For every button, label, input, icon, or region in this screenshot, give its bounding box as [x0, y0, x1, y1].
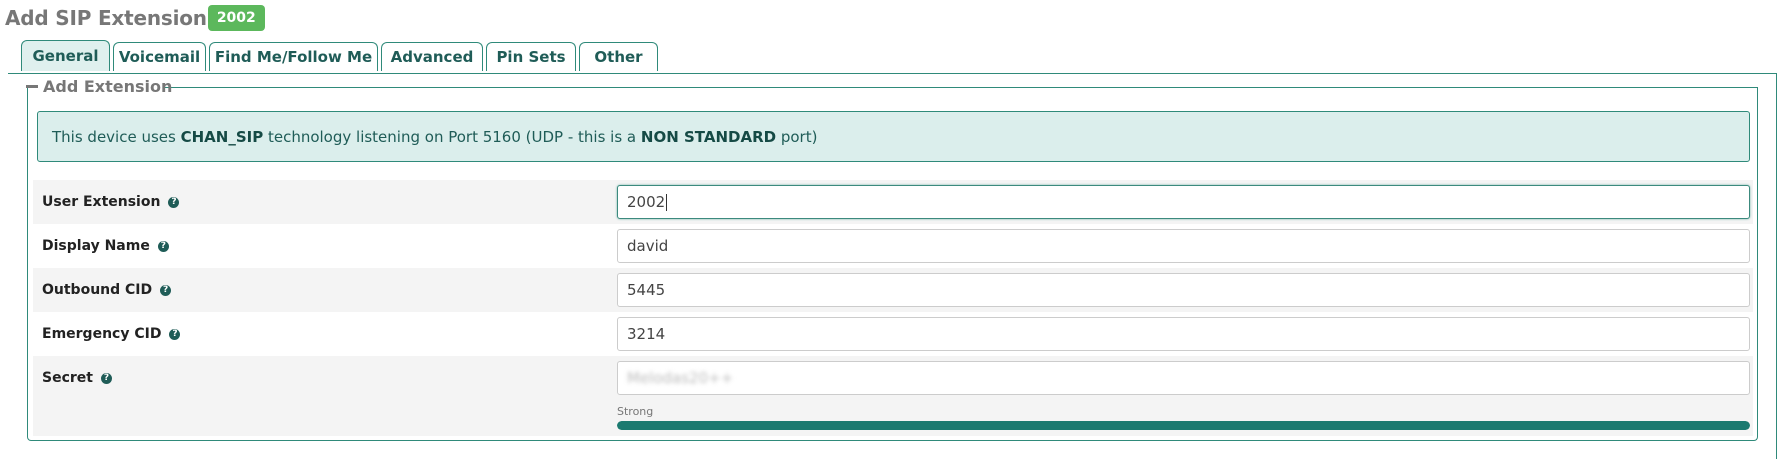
tab-pin-sets[interactable]: Pin Sets: [486, 42, 576, 71]
tab-advanced[interactable]: Advanced: [381, 42, 483, 71]
user-extension-input[interactable]: 2002: [617, 185, 1750, 219]
section-legend-label: Add Extension: [43, 77, 173, 96]
emergency-cid-label-text: Emergency CID: [42, 326, 162, 342]
alert-warning: NON STANDARD: [640, 127, 777, 146]
display-name-value: david: [627, 237, 669, 255]
display-name-input[interactable]: david: [617, 229, 1750, 263]
secret-label-text: Secret: [42, 370, 93, 386]
secret-input[interactable]: Melodas20++: [617, 361, 1750, 395]
tab-general[interactable]: General: [21, 40, 110, 71]
alert-text-suffix: port): [776, 127, 818, 146]
minus-icon[interactable]: [26, 85, 38, 88]
password-strength-fill: [617, 421, 1750, 430]
section-legend[interactable]: Add Extension: [26, 77, 172, 96]
extension-badge: 2002: [207, 5, 265, 31]
emergency-cid-label: Emergency CID ?: [42, 312, 181, 356]
password-strength-label: Strong: [617, 405, 654, 418]
help-icon[interactable]: ?: [157, 240, 169, 252]
help-icon[interactable]: ?: [168, 196, 180, 208]
emergency-cid-input[interactable]: 3214: [617, 317, 1750, 351]
display-name-label: Display Name ?: [42, 224, 169, 268]
user-extension-label: User Extension ?: [42, 180, 180, 224]
help-icon[interactable]: ?: [100, 372, 112, 384]
outbound-cid-label: Outbound CID ?: [42, 268, 172, 312]
outbound-cid-input[interactable]: 5445: [617, 273, 1750, 307]
page-title: Add SIP Extension: [5, 6, 207, 30]
fieldset-divider: [165, 87, 1758, 88]
page-header: Add SIP Extension 2002: [5, 5, 265, 31]
tab-bar: General Voicemail Find Me/Follow Me Adva…: [21, 40, 661, 71]
display-name-label-text: Display Name: [42, 238, 150, 254]
tab-find-me-follow-me[interactable]: Find Me/Follow Me: [209, 42, 378, 71]
alert-text-middle: technology listening on Port 5160 (UDP -…: [263, 127, 641, 146]
emergency-cid-value: 3214: [627, 325, 666, 343]
alert-tech: CHAN_SIP: [180, 127, 264, 146]
secret-label: Secret ?: [42, 356, 112, 400]
help-icon[interactable]: ?: [169, 328, 181, 340]
outbound-cid-label-text: Outbound CID: [42, 282, 153, 298]
help-icon[interactable]: ?: [160, 284, 172, 296]
user-extension-value: 2002: [627, 193, 666, 211]
outbound-cid-value: 5445: [627, 281, 666, 299]
password-strength-meter: [617, 421, 1750, 430]
alert-text-prefix: This device uses: [52, 127, 181, 146]
user-extension-label-text: User Extension: [42, 194, 161, 210]
tab-other[interactable]: Other: [579, 42, 658, 71]
secret-value: Melodas20++: [627, 369, 734, 387]
tab-voicemail[interactable]: Voicemail: [113, 42, 206, 71]
text-cursor: [666, 193, 668, 211]
chan-sip-info-alert: This device uses CHAN_SIP technology lis…: [37, 111, 1750, 162]
